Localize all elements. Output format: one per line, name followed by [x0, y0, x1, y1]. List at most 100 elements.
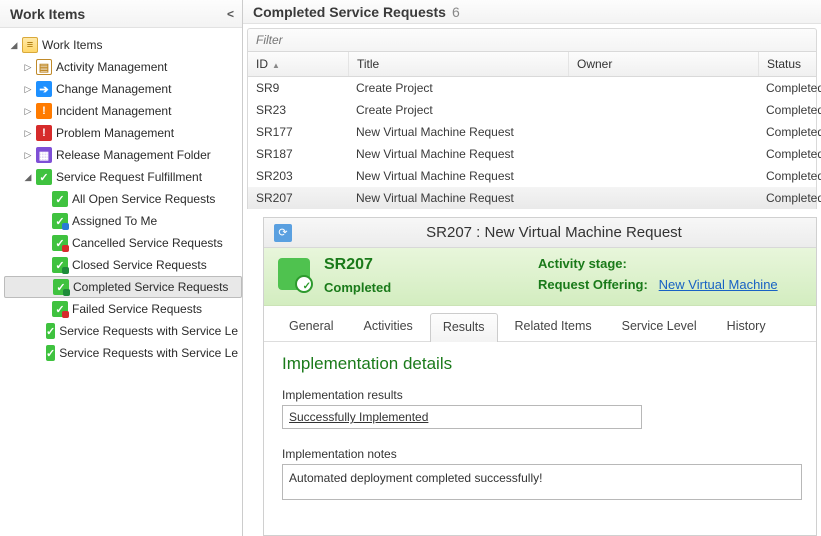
cell-status: Completed [758, 165, 821, 187]
tree-sr-service-level-1[interactable]: ✓ Service Requests with Service Le [4, 320, 242, 342]
tree-failed-sr[interactable]: ✓ Failed Service Requests [4, 298, 242, 320]
table-row[interactable]: SR177New Virtual Machine RequestComplete… [248, 121, 816, 143]
tree-label: Cancelled Service Requests [72, 236, 223, 250]
tree-label: Closed Service Requests [72, 258, 207, 272]
tree-label: Problem Management [56, 126, 174, 140]
tree-incident-management[interactable]: ▷ ! Incident Management [4, 100, 242, 122]
tab-activities[interactable]: Activities [350, 312, 425, 341]
service-request-icon: ✓ [52, 191, 68, 207]
detail-tabs: GeneralActivitiesResultsRelated ItemsSer… [264, 306, 816, 342]
tree-label: Service Requests with Service Le [59, 324, 238, 338]
list-header: Completed Service Requests 6 [243, 0, 821, 24]
error-icon: ! [36, 125, 52, 141]
service-request-icon: ✓ [53, 279, 69, 295]
main-area: Completed Service Requests 6 ID▲ Title O… [243, 0, 821, 536]
tree-activity-management[interactable]: ▷ ▤ Activity Management [4, 56, 242, 78]
cell-owner [568, 77, 758, 99]
service-request-completed-icon [278, 258, 310, 290]
tree-label: All Open Service Requests [72, 192, 215, 206]
tree-change-management[interactable]: ▷ ➔ Change Management [4, 78, 242, 100]
tree-label: Failed Service Requests [72, 302, 202, 316]
tab-results[interactable]: Results [430, 313, 498, 342]
cell-title: Create Project [348, 99, 568, 121]
table-row[interactable]: SR187New Virtual Machine RequestComplete… [248, 143, 816, 165]
expand-icon[interactable]: ◢ [8, 40, 20, 51]
expand-icon[interactable]: ▷ [22, 84, 34, 95]
tab-history[interactable]: History [714, 312, 779, 341]
nav-tree: ◢ ≡ Work Items ▷ ▤ Activity Management ▷… [0, 28, 242, 370]
refresh-icon[interactable]: ⟳ [274, 224, 292, 242]
cell-id: SR9 [248, 77, 348, 99]
tree-label: Assigned To Me [72, 214, 157, 228]
request-offering-link[interactable]: New Virtual Machine [659, 277, 778, 292]
expand-icon[interactable]: ▷ [22, 128, 34, 139]
table-row[interactable]: SR23Create ProjectCompleted [248, 99, 816, 121]
cell-owner [568, 99, 758, 121]
table-row[interactable]: SR203New Virtual Machine RequestComplete… [248, 165, 816, 187]
folder-icon: ≡ [22, 37, 38, 53]
tree-closed-sr[interactable]: ✓ Closed Service Requests [4, 254, 242, 276]
tab-related-items[interactable]: Related Items [502, 312, 605, 341]
service-request-icon: ✓ [46, 345, 55, 361]
tree-sr-service-level-2[interactable]: ✓ Service Requests with Service Le [4, 342, 242, 364]
tab-service-level[interactable]: Service Level [609, 312, 710, 341]
expand-icon[interactable]: ▷ [22, 62, 34, 73]
sidebar-title: Work Items [10, 6, 85, 22]
detail-sr-id: SR207 [324, 256, 524, 274]
detail-title: SR207 : New Virtual Machine Request [302, 224, 806, 241]
cell-title: New Virtual Machine Request [348, 143, 568, 165]
expand-icon[interactable]: ◢ [22, 172, 34, 183]
tree-label: Incident Management [56, 104, 171, 118]
col-title[interactable]: Title [348, 52, 568, 76]
expand-icon[interactable]: ▷ [22, 106, 34, 117]
detail-title-bar: ⟳ SR207 : New Virtual Machine Request [264, 218, 816, 248]
filter-input[interactable] [248, 29, 816, 51]
impl-results-value[interactable]: Successfully Implemented [282, 405, 642, 429]
cell-owner [568, 143, 758, 165]
tree-label: Change Management [56, 82, 171, 96]
service-request-icon: ✓ [52, 257, 68, 273]
arrow-right-icon: ➔ [36, 81, 52, 97]
cell-owner [568, 165, 758, 187]
service-request-icon: ✓ [52, 213, 68, 229]
section-title: Implementation details [282, 354, 798, 374]
col-status[interactable]: Status [758, 52, 816, 76]
tree-label: Service Requests with Service Le [59, 346, 238, 360]
cell-id: SR23 [248, 99, 348, 121]
tree-completed-sr[interactable]: ✓ Completed Service Requests [4, 276, 242, 298]
tree-service-request-fulfillment[interactable]: ◢ ✓ Service Request Fulfillment [4, 166, 242, 188]
cell-title: New Virtual Machine Request [348, 165, 568, 187]
cell-status: Completed [758, 187, 821, 209]
tree-cancelled-sr[interactable]: ✓ Cancelled Service Requests [4, 232, 242, 254]
sort-asc-icon: ▲ [272, 61, 280, 70]
table-row[interactable]: SR9Create ProjectCompleted [248, 77, 816, 99]
cell-title: Create Project [348, 77, 568, 99]
results-grid: ID▲ Title Owner Status SR9Create Project… [247, 52, 817, 209]
table-row[interactable]: SR207New Virtual Machine RequestComplete… [248, 187, 816, 209]
tree-assigned-to-me[interactable]: ✓ Assigned To Me [4, 210, 242, 232]
tree-all-open-sr[interactable]: ✓ All Open Service Requests [4, 188, 242, 210]
tree-root[interactable]: ◢ ≡ Work Items [4, 34, 242, 56]
col-owner[interactable]: Owner [568, 52, 758, 76]
service-request-icon: ✓ [52, 301, 68, 317]
detail-status: Completed [324, 280, 524, 295]
cell-title: New Virtual Machine Request [348, 187, 568, 209]
sidebar-header: Work Items < [0, 0, 242, 28]
impl-notes-label: Implementation notes [282, 447, 798, 461]
sidebar: Work Items < ◢ ≡ Work Items ▷ ▤ Activity… [0, 0, 243, 536]
impl-notes-value[interactable]: Automated deployment completed successfu… [282, 464, 802, 500]
cell-status: Completed [758, 77, 821, 99]
cell-id: SR203 [248, 165, 348, 187]
tree-problem-management[interactable]: ▷ ! Problem Management [4, 122, 242, 144]
detail-pane: ⟳ SR207 : New Virtual Machine Request SR… [263, 217, 817, 536]
detail-summary: SR207 Completed Activity stage: Request … [264, 248, 816, 306]
col-id[interactable]: ID▲ [248, 52, 348, 76]
cell-status: Completed [758, 143, 821, 165]
tab-general[interactable]: General [276, 312, 346, 341]
tree-release-management[interactable]: ▷ ▦ Release Management Folder [4, 144, 242, 166]
release-icon: ▦ [36, 147, 52, 163]
service-request-icon: ✓ [52, 235, 68, 251]
sidebar-collapse-icon[interactable]: < [227, 7, 234, 21]
expand-icon[interactable]: ▷ [22, 150, 34, 161]
alert-icon: ! [36, 103, 52, 119]
